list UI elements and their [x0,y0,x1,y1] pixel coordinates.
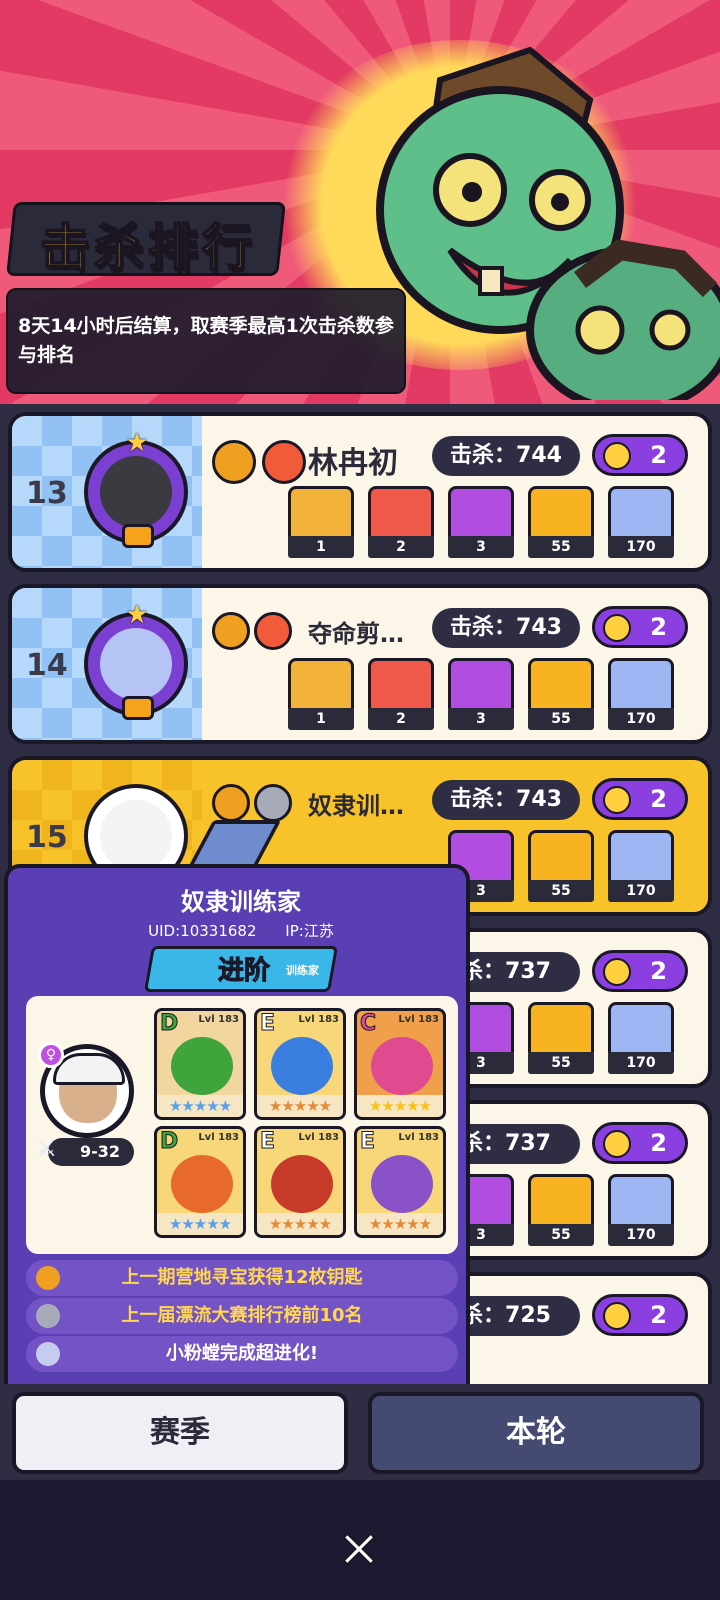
pet-plant-icon [271,1155,333,1213]
achievement-feed-item: 上一届漂流大赛排行榜前10名 [26,1298,458,1334]
race-badge-icon [254,612,292,650]
pet-fairy-icon [271,1037,333,1095]
avatar-image [100,456,172,528]
popup-player-name: 奴隶训练家 [181,888,301,916]
player-name: 林冉初 [308,446,398,481]
ranking-row[interactable]: 14 ★ 夺命剪… 击杀：743 2 1 2 3 55 170 [8,584,712,744]
kill-count: 击杀：744 [432,436,580,476]
reward-item[interactable]: 170 [608,1174,674,1246]
avatar-image [100,800,172,872]
reward-item[interactable]: 55 [528,1002,594,1074]
pet-card[interactable]: E Lvl 183 ★★★★★ [254,1126,346,1238]
trainer-rank-label: 进阶 [217,956,271,987]
header-banner: 击杀排行 8天14小时后结算，取赛季最高1次击杀数参与排名 [0,0,720,404]
reward-item[interactable]: 3 [448,486,514,558]
reward-item[interactable]: 170 [608,830,674,902]
pet-card[interactable]: D Lvl 183 ★★★★★ [154,1126,246,1238]
medal-coin-icon [603,442,631,470]
rank-number: 15 [26,820,68,855]
star-icon: ★ [125,600,149,630]
pet-mantis-icon [371,1037,433,1095]
medal-count: 2 [592,1294,688,1336]
medal-coin-icon [603,786,631,814]
pet-card[interactable]: E Lvl 183 ★★★★★ [354,1126,446,1238]
reward-item[interactable]: 170 [608,486,674,558]
player-name: 夺命剪… [308,620,404,648]
avatar-badge-icon [122,696,154,720]
avatar-image [100,628,172,700]
reward-item[interactable]: 170 [608,1002,674,1074]
medal-coin-icon [603,614,631,642]
player-avatar[interactable]: ★ [84,430,188,548]
kill-count: 击杀：743 [432,608,580,648]
player-name: 奴隶训… [308,792,404,820]
female-gender-icon: ♀ [38,1042,64,1068]
player-uid: UID:10331682 [148,922,257,940]
medal-count: 2 [592,434,688,476]
reward-item[interactable]: 3 [448,658,514,730]
medal-coin-icon [603,1130,631,1158]
reward-item[interactable]: 1 [288,486,354,558]
trainer-rank-sub: 训练家 [286,964,319,977]
pet-card[interactable]: E Lvl 183 ★★★★★ [254,1008,346,1120]
close-icon[interactable]: ✕ [334,1524,384,1578]
camp-badge-icon [36,1266,60,1290]
ranking-row[interactable]: 13 ★ 林冉初 击杀：744 2 1 2 3 55 170 [8,412,712,572]
reward-item[interactable]: 170 [608,658,674,730]
medal-count: 2 [592,606,688,648]
pet-toad-icon [171,1155,233,1213]
reward-item[interactable]: 55 [528,830,594,902]
popup-uid-line: UID:10331682 IP:江苏 [8,920,466,941]
settlement-info-text: 8天14小时后结算，取赛季最高1次击杀数参与排名 [18,315,394,366]
race-badge-icon [36,1304,60,1328]
medal-count: 2 [592,950,688,992]
rank-number: 14 [26,648,68,683]
camp-badge-icon [212,612,250,650]
player-detail-popup[interactable]: 奴隶训练家 UID:10331682 IP:江苏 进阶 训练家 ♀ 9-32 ⚔… [4,864,470,1412]
avatar-badge-icon [122,524,154,548]
camp-badge-icon [212,440,256,484]
reward-item[interactable]: 55 [528,658,594,730]
reward-item[interactable]: 55 [528,486,594,558]
star-icon: ★ [125,428,149,458]
pet-mushroom-icon [371,1155,433,1213]
medal-count: 2 [592,1122,688,1164]
sword-icon: ⚔ [36,1134,58,1162]
race-badge-icon [262,440,306,484]
reward-item[interactable]: 2 [368,658,434,730]
medal-coin-icon [603,958,631,986]
pet-frog-icon [171,1037,233,1095]
megaphone-icon [36,1342,60,1366]
achievement-feed-item: 上一期营地寻宝获得12枚钥匙 [26,1260,458,1296]
pet-card[interactable]: D Lvl 183 ★★★★★ [154,1008,246,1120]
kill-count: 击杀：743 [432,780,580,820]
race-badge-icon [254,784,292,822]
reward-item[interactable]: 2 [368,486,434,558]
reward-item[interactable]: 1 [288,658,354,730]
pet-card[interactable]: C Lvl 183 ★★★★★ [354,1008,446,1120]
medal-count: 2 [592,778,688,820]
player-avatar[interactable]: ★ [84,602,188,720]
rank-number: 13 [26,476,68,511]
medal-coin-icon [603,1302,631,1330]
kill-ranking-screen: 击杀排行 8天14小时后结算，取赛季最高1次击杀数参与排名 13 ★ 林冉初 击… [0,0,720,1600]
ranking-tabs: 赛季 本轮 [0,1384,720,1480]
tab-round[interactable]: 本轮 [368,1392,704,1474]
avatar-cap [53,1053,125,1085]
tab-season[interactable]: 赛季 [12,1392,348,1474]
reward-item[interactable]: 55 [528,1174,594,1246]
camp-badge-icon [212,784,250,822]
achievement-feed-item: 小粉螳完成超进化! [26,1336,458,1372]
page-title: 击杀排行 [39,218,256,278]
player-ip: IP:江苏 [285,922,334,940]
